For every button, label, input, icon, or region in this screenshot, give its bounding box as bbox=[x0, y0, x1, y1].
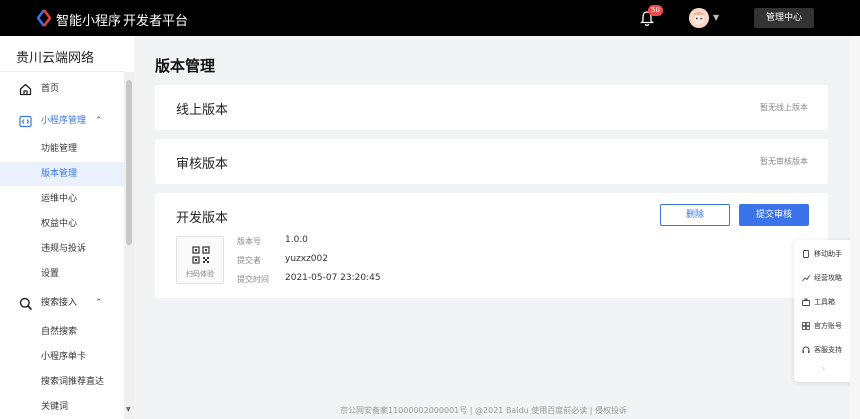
brand-divider bbox=[114, 12, 115, 24]
avatar-caret-icon[interactable]: ▼ bbox=[713, 13, 719, 22]
brand-name[interactable]: 智能小程序 bbox=[56, 10, 121, 29]
sidebar-item-violations-complaints[interactable]: 违规与投诉 bbox=[0, 237, 124, 261]
qr-label: 扫码体验 bbox=[186, 270, 214, 278]
card-title: 线上版本 bbox=[176, 103, 229, 118]
submit-review-button[interactable]: 提交审核 bbox=[739, 204, 809, 226]
card-hint: 暂无线上版本 bbox=[760, 103, 808, 112]
sidebar-item-miniapp-management[interactable]: 小程序管理 ⌃ bbox=[0, 109, 124, 133]
sidebar-item-version-management[interactable]: 版本管理 bbox=[0, 162, 124, 186]
sidebar-item-rights-center[interactable]: 权益中心 bbox=[0, 212, 124, 236]
card-hint: 暂无审核版本 bbox=[760, 157, 808, 166]
sidebar-item-label: 搜索词推荐直达 bbox=[41, 377, 105, 387]
search-icon bbox=[19, 297, 32, 310]
submitter-label: 提交者 bbox=[237, 256, 261, 265]
sidebar-item-label: 首页 bbox=[41, 84, 60, 94]
logo-icon[interactable] bbox=[36, 9, 52, 27]
assistant-item-label: 经营攻略 bbox=[814, 274, 842, 282]
sidebar-item-label: 版本管理 bbox=[41, 169, 78, 179]
assistant-item-label: 客服支持 bbox=[814, 346, 842, 354]
toolbox-icon bbox=[802, 298, 810, 306]
qr-code-icon bbox=[192, 246, 210, 264]
review-version-card: 审核版本 暂无审核版本 bbox=[155, 139, 828, 184]
sidebar-item-label: 违规与投诉 bbox=[41, 244, 87, 254]
page-title: 版本管理 bbox=[155, 57, 216, 75]
qr-preview[interactable]: 扫码体验 bbox=[176, 236, 224, 284]
platform-name: 开发者平台 bbox=[123, 14, 189, 29]
sidebar-item-operations-center[interactable]: 运维中心 bbox=[0, 187, 124, 211]
assistant-item-label: 工具箱 bbox=[814, 298, 835, 306]
footer-text: 京公网安备案11000002000001号 | @2021 Baidu 使用百度… bbox=[340, 406, 628, 415]
org-divider bbox=[0, 71, 124, 72]
sidebar-item-label: 搜索接入 bbox=[41, 298, 78, 308]
sidebar-item-home[interactable]: 首页 bbox=[0, 77, 124, 101]
submit-time-value: 2021-05-07 23:20:45 bbox=[285, 273, 381, 283]
sidebar-item-label: 小程序管理 bbox=[41, 116, 87, 126]
avatar-face-icon bbox=[689, 8, 709, 28]
submit-time-label: 提交时间 bbox=[237, 275, 269, 284]
card-title: 开发版本 bbox=[176, 211, 229, 226]
sidebar-item-keywords[interactable]: 关键词 bbox=[0, 395, 124, 419]
sidebar-item-label: 小程序单卡 bbox=[41, 352, 87, 362]
sidebar-item-label: 设置 bbox=[41, 269, 60, 279]
submitter-value: yuzxz002 bbox=[285, 254, 328, 264]
grid-icon bbox=[802, 322, 810, 330]
assistant-item-label: 官方账号 bbox=[814, 322, 842, 330]
sidebar-item-label: 自然搜索 bbox=[41, 327, 78, 337]
mobile-icon bbox=[803, 250, 809, 258]
sidebar-item-label: 关键词 bbox=[41, 402, 69, 412]
org-name[interactable]: 贵川云端网络 bbox=[16, 47, 94, 66]
card-title: 审核版本 bbox=[176, 157, 229, 172]
main-scrollbar[interactable] bbox=[850, 36, 860, 419]
delete-button[interactable]: 删除 bbox=[660, 204, 730, 226]
avatar[interactable] bbox=[689, 8, 709, 28]
sidebar-scroll-thumb[interactable] bbox=[126, 80, 132, 245]
version-number-value: 1.0.0 bbox=[285, 235, 308, 245]
headset-icon bbox=[802, 346, 810, 353]
sidebar-item-settings[interactable]: 设置 bbox=[0, 262, 124, 286]
sidebar-item-search-term-direct[interactable]: 搜索词推荐直达 bbox=[0, 370, 124, 394]
sidebar-item-label: 功能管理 bbox=[41, 144, 78, 154]
sidebar-item-feature-management[interactable]: 功能管理 bbox=[0, 137, 124, 161]
home-icon bbox=[19, 83, 32, 96]
version-number-label: 版本号 bbox=[237, 237, 261, 246]
sidebar-item-miniapp-card[interactable]: 小程序单卡 bbox=[0, 345, 124, 369]
chevron-right-icon[interactable]: › bbox=[822, 364, 825, 373]
sidebar-item-label: 运维中心 bbox=[41, 194, 78, 204]
chart-icon bbox=[802, 275, 810, 282]
online-version-card: 线上版本 暂无线上版本 bbox=[155, 85, 828, 130]
assistant-item-label: 移动助手 bbox=[814, 250, 842, 258]
notification-badge: 50 bbox=[648, 5, 663, 16]
sidebar-item-search-access[interactable]: 搜索接入 ⌃ bbox=[0, 291, 124, 315]
chevron-up-icon[interactable]: ⌃ bbox=[95, 291, 103, 315]
chevron-up-icon[interactable]: ⌃ bbox=[95, 109, 103, 133]
sidebar-item-natural-search[interactable]: 自然搜索 bbox=[0, 320, 124, 344]
scroll-down-arrow-icon[interactable]: ▼ bbox=[126, 406, 131, 413]
sidebar: 贵川云端网络 首页 小程序管理 ⌃ 功能管理 版本管理 运维中心 权益中心 违规… bbox=[0, 36, 134, 419]
miniapp-icon bbox=[19, 115, 32, 128]
dev-version-card: 开发版本 删除 提交审核 扫码体验 版本号 1.0.0 提交者 yuzxz002… bbox=[155, 193, 828, 298]
top-bar: 智能小程序 开发者平台 50 ▼ 管理中心 bbox=[0, 0, 860, 36]
admin-center-button[interactable]: 管理中心 bbox=[754, 8, 814, 28]
sidebar-scrollbar[interactable] bbox=[124, 72, 134, 419]
sidebar-item-label: 权益中心 bbox=[41, 219, 78, 229]
